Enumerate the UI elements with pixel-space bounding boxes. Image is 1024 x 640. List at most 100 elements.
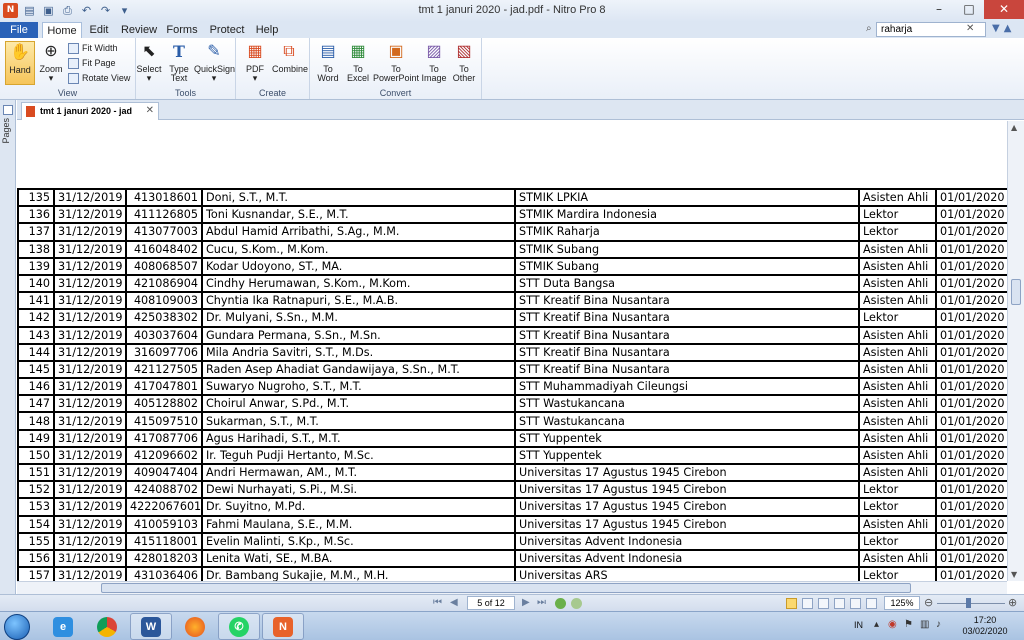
volume-icon[interactable]: ♪ <box>936 620 946 630</box>
chrome-icon <box>97 616 117 637</box>
next-page-icon[interactable]: ▶ <box>522 597 530 608</box>
effective-date-cell: 01/01/2020 <box>935 377 1007 397</box>
first-page-icon[interactable]: ⏮ <box>433 597 442 608</box>
network-icon[interactable]: ▥ <box>920 620 930 630</box>
antivirus-icon[interactable]: ◉ <box>888 620 898 630</box>
document-view[interactable]: 135 31/12/2019 413018601 Doni, S.T., M.T. ST… <box>17 121 1007 581</box>
institution-cell: STT Kreatif Bina Nusantara <box>514 325 860 345</box>
scroll-up-icon[interactable]: ▲ <box>1011 123 1017 132</box>
pages-panel-tab[interactable]: Pages <box>1 118 11 144</box>
chevron-down-icon: ▾ <box>252 73 258 83</box>
close-button[interactable]: ✕ <box>984 0 1024 19</box>
institution-cell: STMIK Raharja <box>514 222 860 242</box>
taskbar-word[interactable]: W <box>130 613 172 640</box>
effective-date-cell: 01/01/2020 <box>935 394 1007 414</box>
tab-edit[interactable]: Edit <box>84 22 114 38</box>
fit-page-view-icon[interactable] <box>866 598 877 609</box>
fit-page-button[interactable]: Fit Page <box>68 58 116 70</box>
tab-help[interactable]: Help <box>253 22 281 38</box>
nidn-cell: 415118001 <box>125 531 203 551</box>
position-cell: Asisten Ahli <box>858 256 937 276</box>
hand-tool-button[interactable]: ✋ Hand <box>5 41 35 85</box>
close-tab-icon[interactable]: ✕ <box>146 103 154 119</box>
tab-review[interactable]: Review <box>120 22 158 38</box>
table-row: 148 31/12/2019 415097510 Sukarman, S.T., M.… <box>17 411 1007 431</box>
back-view-icon[interactable] <box>555 598 566 609</box>
maximize-button[interactable]: □ <box>954 0 984 19</box>
position-cell: Asisten Ahli <box>858 239 937 259</box>
continuous-view-icon[interactable] <box>802 598 813 609</box>
page-number-input[interactable]: 5 of 12 <box>467 596 515 610</box>
clock[interactable]: 17:20 03/02/2020 <box>958 615 1012 637</box>
tab-home[interactable]: Home <box>42 22 82 38</box>
table-row: 156 31/12/2019 428018203 Lenita Wati, SE., … <box>17 548 1007 569</box>
fit-width-view-icon[interactable] <box>850 598 861 609</box>
show-hidden-icons-icon[interactable]: ▴ <box>874 620 884 630</box>
pages-panel-icon[interactable] <box>3 105 13 115</box>
date-cell: 31/12/2019 <box>53 462 127 483</box>
vertical-scroll-thumb[interactable] <box>1011 279 1021 305</box>
position-cell: Asisten Ahli <box>858 273 937 294</box>
zoom-slider[interactable] <box>937 603 1005 604</box>
zoom-button[interactable]: ⊕ Zoom ▾ <box>37 41 65 83</box>
pdf-document-icon <box>26 106 35 117</box>
to-excel-button[interactable]: ▦ To Excel <box>344 41 372 83</box>
taskbar-internet-explorer[interactable]: e <box>42 613 84 640</box>
combine-button[interactable]: ⧉ Combine <box>272 41 308 74</box>
create-pdf-button[interactable]: ▦ PDF ▾ <box>242 41 268 83</box>
effective-date-cell: 01/01/2020 <box>935 359 1007 380</box>
image-icon: ▨ <box>426 43 442 60</box>
effective-date-cell: 01/01/2020 <box>935 222 1007 242</box>
row-number-cell: 155 <box>17 531 55 551</box>
document-tab[interactable]: tmt 1 januri 2020 - jad ✕ <box>21 102 159 120</box>
zoom-level-input[interactable]: 125% <box>884 596 920 610</box>
start-button-icon[interactable] <box>4 614 30 640</box>
taskbar-nitro[interactable]: N <box>262 613 304 640</box>
quicksign-button[interactable]: ✎ QuickSign ▾ <box>194 41 235 83</box>
previous-page-icon[interactable]: ◀ <box>450 597 458 608</box>
institution-cell: STT Wastukancana <box>514 394 860 414</box>
institution-cell: Universitas 17 Agustus 1945 Cirebon <box>514 480 860 500</box>
document-tab-strip: tmt 1 januri 2020 - jad ✕ <box>17 100 1024 120</box>
horizontal-scrollbar[interactable] <box>17 581 1007 594</box>
rotate-view-button[interactable]: Rotate View <box>68 73 130 85</box>
zoom-out-icon[interactable]: ⊖ <box>924 596 933 609</box>
select-button[interactable]: ⬉ Select ▾ <box>136 41 162 83</box>
tab-forms[interactable]: Forms <box>165 22 199 38</box>
position-cell: Asisten Ahli <box>858 325 937 345</box>
zoom-in-icon[interactable]: ⊕ <box>1008 596 1017 609</box>
window-title: tmt 1 januri 2020 - jad.pdf - Nitro Pro … <box>418 4 606 16</box>
minimize-button[interactable]: – <box>924 0 954 19</box>
clear-search-icon[interactable]: ✕ <box>966 23 974 34</box>
fit-width-button[interactable]: Fit Width <box>68 43 118 55</box>
search-nav-arrows-icon[interactable]: ▼▲ <box>992 23 1015 34</box>
institution-cell: STT Kreatif Bina Nusantara <box>514 291 860 311</box>
flag-icon[interactable]: ⚑ <box>904 620 914 630</box>
tab-protect[interactable]: Protect <box>208 22 246 38</box>
nidn-cell: 421086904 <box>125 273 203 294</box>
forward-view-icon[interactable] <box>571 598 582 609</box>
taskbar-chrome[interactable] <box>86 613 128 640</box>
to-powerpoint-button[interactable]: ▣ To PowerPoint <box>373 41 419 83</box>
type-text-button[interactable]: T Type Text <box>166 41 192 83</box>
scroll-down-icon[interactable]: ▼ <box>1011 570 1017 579</box>
to-word-button[interactable]: ▤ To Word <box>314 41 342 83</box>
single-page-view-icon[interactable] <box>786 598 797 609</box>
input-language[interactable]: IN <box>854 620 863 630</box>
date-cell: 31/12/2019 <box>53 205 127 225</box>
to-image-button[interactable]: ▨ To Image <box>420 41 448 83</box>
taskbar-firefox[interactable] <box>174 613 216 640</box>
table-row: 153 31/12/2019 4222067601 Dr. Suyitno, M.Pd… <box>17 497 1007 517</box>
vertical-scrollbar[interactable]: ▲ ▼ <box>1007 121 1024 581</box>
nidn-cell: 428018203 <box>125 548 203 569</box>
taskbar-whatsapp[interactable]: ✆ <box>218 613 260 640</box>
to-other-button[interactable]: ▧ To Other <box>449 41 479 83</box>
horizontal-scroll-thumb[interactable] <box>101 583 911 593</box>
table-row: 140 31/12/2019 421086904 Cindhy Herumawan, … <box>17 273 1007 294</box>
zoom-slider-thumb[interactable] <box>966 598 971 608</box>
facing-view-icon[interactable] <box>818 598 829 609</box>
facing-continuous-view-icon[interactable] <box>834 598 845 609</box>
date-cell: 31/12/2019 <box>53 273 127 294</box>
last-page-icon[interactable]: ⏭ <box>537 597 546 608</box>
file-menu-button[interactable]: File <box>0 22 38 38</box>
